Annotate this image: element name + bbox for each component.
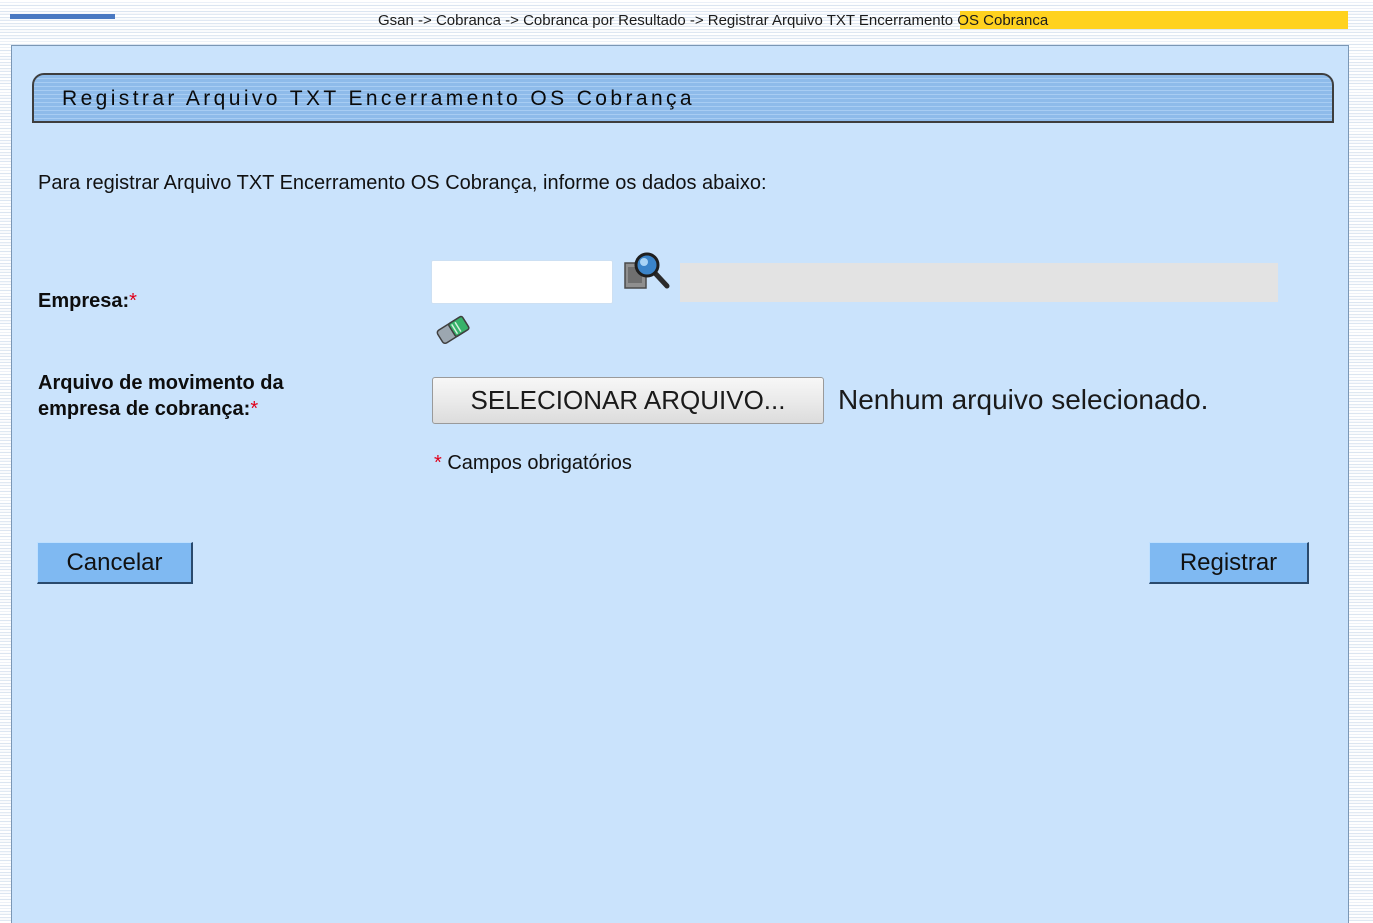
breadcrumb: Gsan -> Cobranca -> Cobranca por Resulta… [378,12,1049,29]
arquivo-label-line2-wrap: empresa de cobrança:* [38,396,284,422]
required-marker: * [129,290,137,312]
empresa-label-text: Empresa: [38,290,130,312]
main-panel: Registrar Arquivo TXT Encerramento OS Co… [11,45,1349,923]
magnifier-search-icon[interactable] [622,250,674,296]
top-accent-bar [10,14,115,19]
arquivo-label-line1: Arquivo de movimento da [38,372,284,394]
cancel-button[interactable]: Cancelar [37,542,193,584]
eraser-icon[interactable] [430,308,478,350]
empresa-description-field [680,263,1278,302]
register-button[interactable]: Registrar [1149,542,1309,584]
required-note-text: Campos obrigatórios [441,452,632,474]
intro-text: Para registrar Arquivo TXT Encerramento … [38,172,767,194]
page-title-tab: Registrar Arquivo TXT Encerramento OS Co… [32,73,1334,123]
arquivo-label: Arquivo de movimento da empresa de cobra… [38,370,284,422]
select-file-button[interactable]: SELECIONAR ARQUIVO... [432,377,824,424]
required-marker: * [250,398,259,420]
empresa-label: Empresa:* [38,288,137,314]
required-fields-note: * Campos obrigatórios [434,452,632,475]
file-status-text: Nenhum arquivo selecionado. [838,384,1209,415]
empresa-code-input[interactable] [431,260,613,304]
page-title: Registrar Arquivo TXT Encerramento OS Co… [62,87,696,110]
arquivo-label-line2: empresa de cobrança: [38,398,251,420]
required-note-marker: * [434,452,442,474]
